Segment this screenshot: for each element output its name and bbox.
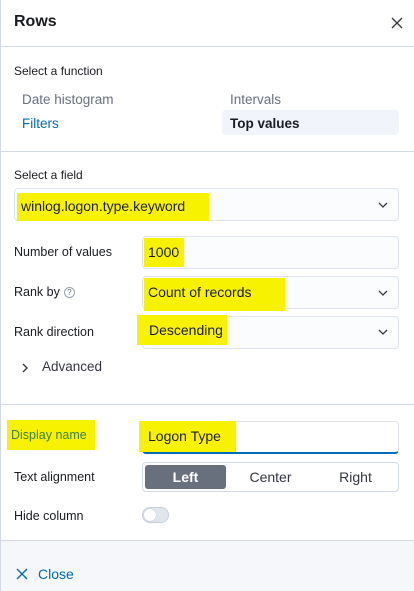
- close-button[interactable]: Close: [38, 566, 74, 582]
- flyout-header: Rows: [1, 0, 414, 47]
- flyout-footer: Close: [1, 540, 414, 591]
- help-icon[interactable]: ?: [63, 287, 75, 298]
- hide-column-switch[interactable]: [142, 507, 169, 523]
- close-icon[interactable]: [389, 15, 405, 31]
- text-alignment-label: Text alignment: [14, 470, 95, 484]
- switch-knob: [144, 509, 156, 521]
- chevron-right-icon[interactable]: [20, 362, 30, 374]
- rank-direction-value: Descending: [137, 315, 227, 345]
- rank-by-label: Rank by?: [14, 285, 75, 299]
- select-field-label: Select a field: [14, 168, 83, 182]
- advanced-toggle[interactable]: Advanced: [42, 359, 102, 374]
- chevron-down-icon[interactable]: [377, 287, 389, 299]
- divider: [1, 151, 414, 152]
- chevron-down-icon[interactable]: [377, 199, 389, 211]
- rank-direction-label: Rank direction: [14, 325, 94, 339]
- align-left-button[interactable]: Left: [145, 465, 226, 489]
- flyout-title: Rows: [14, 13, 57, 30]
- select-function-label: Select a function: [14, 64, 103, 78]
- number-of-values-label: Number of values: [14, 245, 112, 259]
- function-top-values[interactable]: Top values: [230, 116, 300, 131]
- align-center-button[interactable]: Center: [228, 463, 313, 491]
- function-filters[interactable]: Filters: [22, 116, 59, 131]
- text-alignment-group: Left Center Right: [142, 462, 399, 492]
- number-of-values-value: 1000: [144, 238, 184, 267]
- field-value: winlog.logon.type.keyword: [17, 193, 209, 221]
- function-intervals[interactable]: Intervals: [230, 92, 281, 107]
- rank-by-value: Count of records: [144, 278, 285, 311]
- close-icon[interactable]: [15, 567, 29, 581]
- align-right-button[interactable]: Right: [313, 463, 398, 491]
- display-name-label: Display name: [7, 420, 95, 450]
- function-date-histogram[interactable]: Date histogram: [22, 92, 114, 107]
- divider: [1, 404, 414, 405]
- display-name-value: Logon Type: [139, 421, 236, 452]
- chevron-down-icon[interactable]: [377, 326, 389, 338]
- hide-column-label: Hide column: [14, 509, 84, 523]
- rows-flyout: Rows Select a function Date histogram In…: [0, 0, 414, 591]
